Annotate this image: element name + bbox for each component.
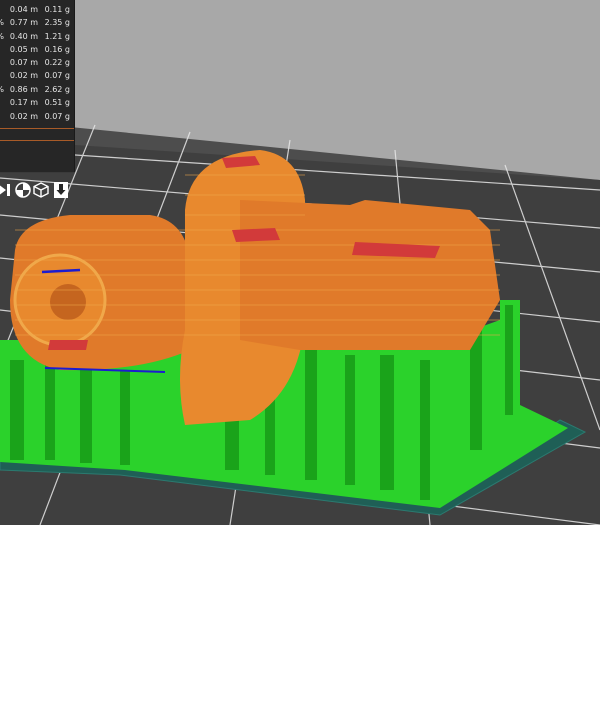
view-cube-button[interactable] [32,181,50,199]
length-value: 0.07 m [9,58,38,67]
weight-value: 0.07 g [44,112,70,121]
top-skin-mid [232,228,280,242]
stats-row: % 0.40 m 1.21 g [0,30,74,43]
view-toolbar [0,181,74,203]
length-value: 0.02 m [9,71,38,80]
weight-value: 0.51 g [44,98,70,107]
stats-divider [0,128,74,129]
length-value: 0.17 m [9,98,38,107]
top-skin-left [48,340,88,350]
3d-viewport[interactable]: 0.04 m 0.11 g % 0.77 m 2.35 g % 0.40 m 1… [0,0,600,525]
cube-view-icon [33,182,49,198]
download-arrow-icon [54,182,68,198]
length-value: 0.02 m [9,112,38,121]
weight-value: 0.22 g [44,58,70,67]
length-value: 0.77 m [9,18,38,27]
weight-value: 2.62 g [44,85,70,94]
stats-row: 0.17 m 0.51 g [0,96,74,109]
stats-row: 0.02 m 0.07 g [0,69,74,82]
view-front-button[interactable] [52,181,70,199]
length-value: 0.05 m [9,45,38,54]
left-view-icon [0,184,10,196]
length-value: 0.04 m [9,5,38,14]
stats-divider [0,140,74,141]
stats-row: 0.05 m 0.16 g [0,43,74,56]
stats-row: 0.07 m 0.22 g [0,56,74,69]
weight-value: 0.16 g [44,45,70,54]
stats-row: 0.04 m 0.11 g [0,3,74,16]
model-bore [50,284,86,320]
weight-value: 1.21 g [44,32,70,41]
iso-view-icon [15,182,31,198]
stats-row: % 0.77 m 2.35 g [0,16,74,29]
length-value: 0.86 m [9,85,38,94]
statistics-panel: 0.04 m 0.11 g % 0.77 m 2.35 g % 0.40 m 1… [0,0,75,173]
weight-value: 0.11 g [44,5,70,14]
stats-row: 0.02 m 0.07 g [0,110,74,123]
length-value: 0.40 m [9,32,38,41]
stats-row: % 0.86 m 2.62 g [0,83,74,96]
stats-divider [0,172,74,173]
view-iso-button[interactable] [14,181,32,199]
layer-preview-scene[interactable] [0,0,600,525]
view-left-button[interactable] [0,181,14,199]
weight-value: 2.35 g [44,18,70,27]
weight-value: 0.07 g [44,71,70,80]
